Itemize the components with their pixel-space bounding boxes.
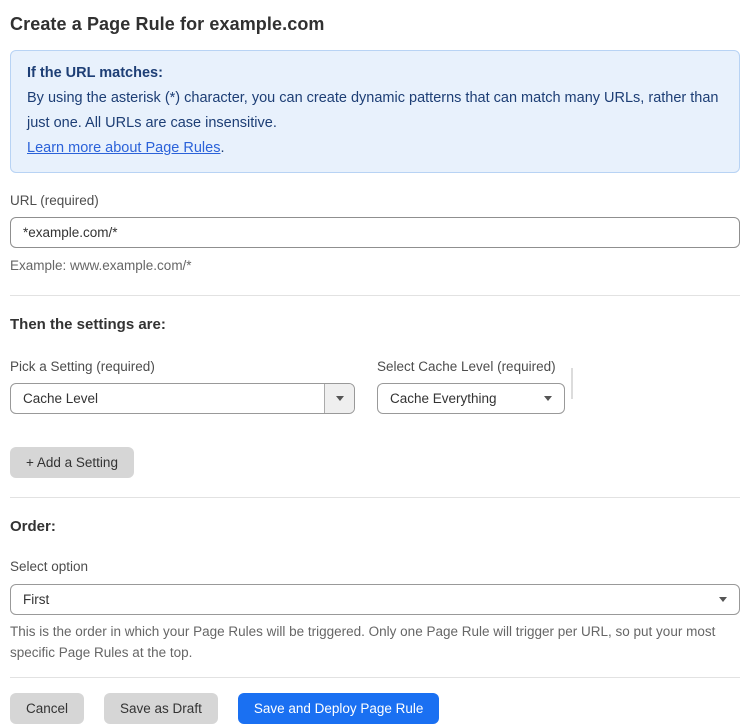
setting-select[interactable]: Cache Level xyxy=(10,383,355,414)
picker-vertical-divider xyxy=(571,368,573,399)
setting-select-value: Cache Level xyxy=(23,391,99,406)
url-helper-text: Example: www.example.com/* xyxy=(10,258,192,273)
save-as-draft-button[interactable]: Save as Draft xyxy=(104,693,218,724)
order-select[interactable]: First xyxy=(10,584,740,615)
cache-level-picker-label: Select Cache Level (required) xyxy=(377,359,556,374)
order-helper-text: This is the order in which your Page Rul… xyxy=(10,624,716,660)
section-divider xyxy=(10,497,740,498)
order-select-label: Select option xyxy=(10,559,89,574)
settings-pickers-row: Pick a Setting (required) Cache Level Se… xyxy=(10,359,740,414)
page-rule-form: Create a Page Rule for example.com If th… xyxy=(0,0,750,724)
settings-heading: Then the settings are: xyxy=(10,316,166,333)
footer-divider xyxy=(10,677,740,678)
url-field-label: URL (required) xyxy=(10,193,99,208)
setting-picker-column: Pick a Setting (required) Cache Level xyxy=(10,359,355,414)
cache-level-select-arrow xyxy=(544,396,564,401)
setting-picker-label: Pick a Setting (required) xyxy=(10,359,155,374)
callout-body: By using the asterisk (*) character, you… xyxy=(27,90,719,131)
chevron-down-icon xyxy=(335,396,344,401)
learn-more-link[interactable]: Learn more about Page Rules xyxy=(27,140,220,156)
chevron-down-icon xyxy=(544,396,552,401)
cache-level-select[interactable]: Cache Everything xyxy=(377,383,565,414)
url-input[interactable] xyxy=(10,217,740,248)
cancel-button[interactable]: Cancel xyxy=(10,693,85,724)
save-and-deploy-button[interactable]: Save and Deploy Page Rule xyxy=(237,693,440,724)
callout-heading: If the URL matches: xyxy=(27,65,163,81)
chevron-down-icon xyxy=(719,597,727,602)
footer-actions: Cancel Save as Draft Save and Deploy Pag… xyxy=(10,693,740,724)
page-title: Create a Page Rule for example.com xyxy=(10,14,325,34)
url-match-callout: If the URL matches: By using the asteris… xyxy=(10,50,740,173)
cache-level-select-value: Cache Everything xyxy=(390,391,497,406)
order-select-value: First xyxy=(23,592,50,607)
section-divider xyxy=(10,295,740,296)
link-suffix: . xyxy=(220,140,225,156)
callout-link-line: Learn more about Page Rules. xyxy=(27,136,723,161)
cache-level-picker-column: Select Cache Level (required) Cache Ever… xyxy=(377,359,565,414)
add-setting-button[interactable]: + Add a Setting xyxy=(10,447,134,478)
order-heading: Order: xyxy=(10,518,56,535)
setting-select-arrow-button[interactable] xyxy=(324,384,354,413)
order-select-arrow xyxy=(719,597,739,602)
